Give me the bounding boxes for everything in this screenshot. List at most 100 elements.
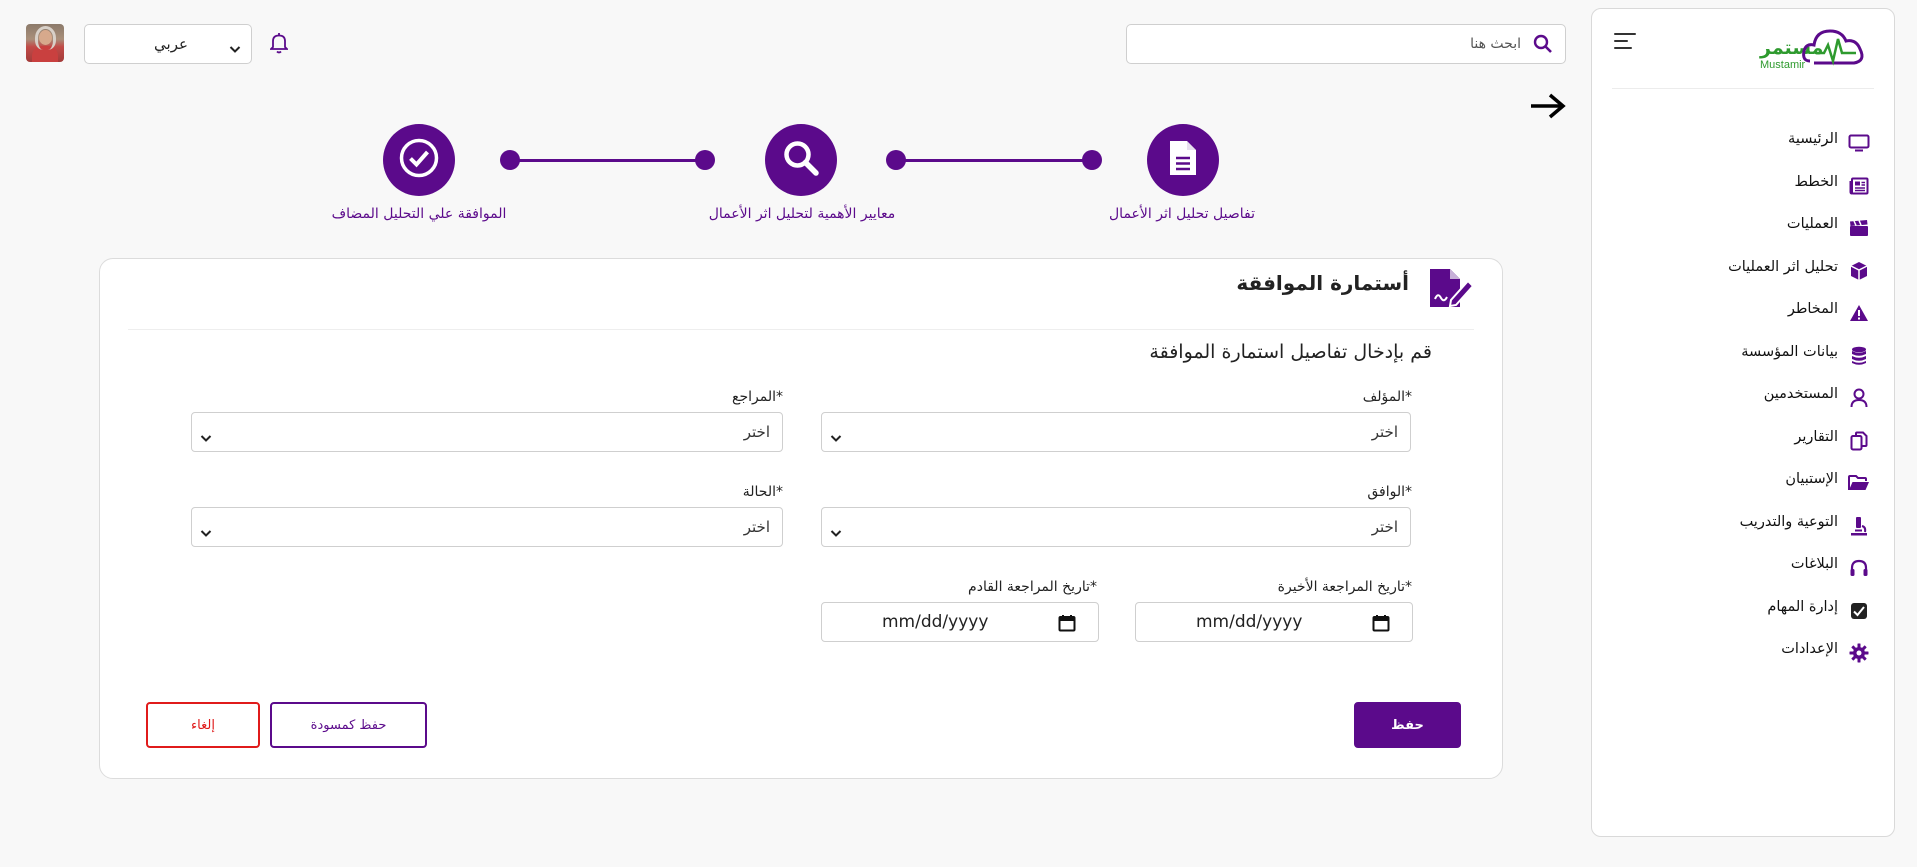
sidebar-item-home[interactable]: الرئيسية [1610,131,1870,174]
mustamir-logo[interactable]: مستمر Mustamir [1752,17,1872,77]
search-icon[interactable] [1533,34,1553,58]
search-icon [781,138,821,182]
step-2-criticality-criteria[interactable] [765,124,837,196]
sidebar-item-label: الرئيسية [1788,131,1838,147]
status-select-value: اختر [743,518,770,536]
language-select[interactable]: عربي [84,24,252,64]
sidebar-item-label: التقارير [1794,428,1838,445]
next-review-date-value: mm/dd/yyyy [882,612,989,632]
arrow-right-icon[interactable] [1528,88,1568,124]
status-select[interactable]: اختر [191,507,783,547]
sidebar-item-tasks[interactable]: إدارة المهام [1610,599,1870,642]
sidebar-item-label: الإعدادات [1781,641,1838,657]
sidebar-nav: الرئيسية الخطط العمليات تحليل اثر العملي… [1610,131,1870,684]
reviewer-select-value: اختر [743,423,770,441]
step-3-approval[interactable] [383,124,455,196]
sidebar: مستمر Mustamir الرئيسية الخطط العمليات ت… [1591,8,1895,837]
document-icon [1168,139,1198,181]
menu-bar-icon [1614,33,1636,35]
newspaper-icon [1848,176,1870,196]
stepper-connector-line [510,159,705,162]
approver-select[interactable]: اختر [821,507,1411,547]
last-review-date-label: *تاريخ المراجعة الأخيرة [1277,579,1412,595]
sidebar-item-label: الخطط [1794,173,1838,190]
last-review-date-value: mm/dd/yyyy [1196,612,1303,632]
sidebar-item-reports-incidents[interactable]: البلاغات [1610,556,1870,599]
author-select[interactable]: اختر [821,412,1411,452]
check-circle-icon [398,137,440,183]
chevron-down-icon [229,39,241,58]
sidebar-item-label: تحليل اثر العمليات [1728,258,1838,275]
approver-label: *الوافق [1367,484,1412,500]
sidebar-item-org-data[interactable]: بيانات المؤسسة [1610,344,1870,387]
form-subtitle: قم بإدخال تفاصيل استمارة الموافقة [1149,341,1432,363]
notification-bell-icon[interactable] [268,32,290,58]
sidebar-item-users[interactable]: المستخدمين [1610,386,1870,429]
sidebar-item-label: العمليات [1786,216,1838,232]
sidebar-item-settings[interactable]: الإعدادات [1610,641,1870,684]
menu-bar-icon [1614,47,1632,49]
last-review-date-field[interactable]: mm/dd/yyyy [1135,602,1413,642]
menu-toggle-button[interactable] [1614,33,1636,51]
stepper-connector-dot [500,150,520,170]
menu-bar-icon [1614,40,1628,42]
cancel-button[interactable]: إلغاء [146,702,260,748]
sidebar-item-label: البلاغات [1790,556,1838,572]
avatar[interactable] [26,24,64,62]
sidebar-divider [1612,88,1874,89]
chevron-down-icon [200,428,212,447]
tasks-icon [1848,601,1870,621]
warning-icon [1848,303,1870,323]
save-draft-button[interactable]: حفظ كمسودة [270,702,427,748]
calendar-icon[interactable] [1058,614,1076,636]
stepper-connector-line [893,159,1092,162]
approval-form-card: أستمارة الموافقة قم بإدخال تفاصيل استمار… [99,258,1503,779]
database-icon [1848,346,1870,366]
sidebar-item-label: المستخدمين [1763,386,1838,402]
sidebar-item-reports[interactable]: التقارير [1610,429,1870,472]
heartbeat-cloud-icon [1802,29,1864,66]
author-select-value: اختر [1371,423,1398,441]
reviewer-label: *المراجع [732,389,783,405]
headset-icon [1848,558,1870,578]
sidebar-item-risks[interactable]: المخاطر [1610,301,1870,344]
clapperboard-icon [1848,218,1870,238]
reviewer-select[interactable]: اختر [191,412,783,452]
step-1-label: تفاصيل تحليل اثر الأعمال [1109,206,1255,222]
chevron-down-icon [830,428,842,447]
sidebar-item-label: المخاطر [1787,301,1838,317]
signature-document-icon [1428,267,1475,313]
step-3-label: الموافقة علي التحليل المضاف [331,206,507,222]
search-input[interactable] [1135,31,1521,57]
calendar-icon[interactable] [1372,614,1390,636]
sidebar-item-label: التوعية والتدريب [1739,513,1838,530]
gear-icon [1848,643,1870,663]
save-button[interactable]: حفظ [1354,702,1461,748]
language-value: عربي [154,35,188,53]
form-title: أستمارة الموافقة [1236,271,1409,295]
sidebar-item-bia[interactable]: تحليل اثر العمليات [1610,259,1870,302]
stepper-connector-dot [886,150,906,170]
search-box [1126,24,1566,64]
sidebar-item-survey[interactable]: الإستبيان [1610,471,1870,514]
copy-icon [1848,431,1870,451]
monitor-icon [1848,133,1870,153]
sidebar-item-label: الإستبيان [1785,471,1838,487]
logo-text-en: Mustamir [1760,59,1806,71]
sidebar-item-training[interactable]: التوعية والتدريب [1610,514,1870,557]
sidebar-item-plans[interactable]: الخطط [1610,174,1870,217]
sidebar-item-operations[interactable]: العمليات [1610,216,1870,259]
folder-open-icon [1848,473,1870,493]
sidebar-item-label: بيانات المؤسسة [1741,343,1838,360]
next-review-date-field[interactable]: mm/dd/yyyy [821,602,1099,642]
user-icon [1848,388,1870,408]
step-2-label: معايير الأهمية لتحليل اثر الأعمال [708,206,896,222]
sidebar-item-label: إدارة المهام [1767,598,1838,615]
chevron-down-icon [830,523,842,542]
chevron-down-icon [200,523,212,542]
status-label: *الحالة [742,484,783,500]
microscope-icon [1848,516,1870,536]
step-1-business-impact-details[interactable] [1147,124,1219,196]
approver-select-value: اختر [1371,518,1398,536]
next-review-date-label: *تاريخ المراجعة القادم [968,579,1097,595]
